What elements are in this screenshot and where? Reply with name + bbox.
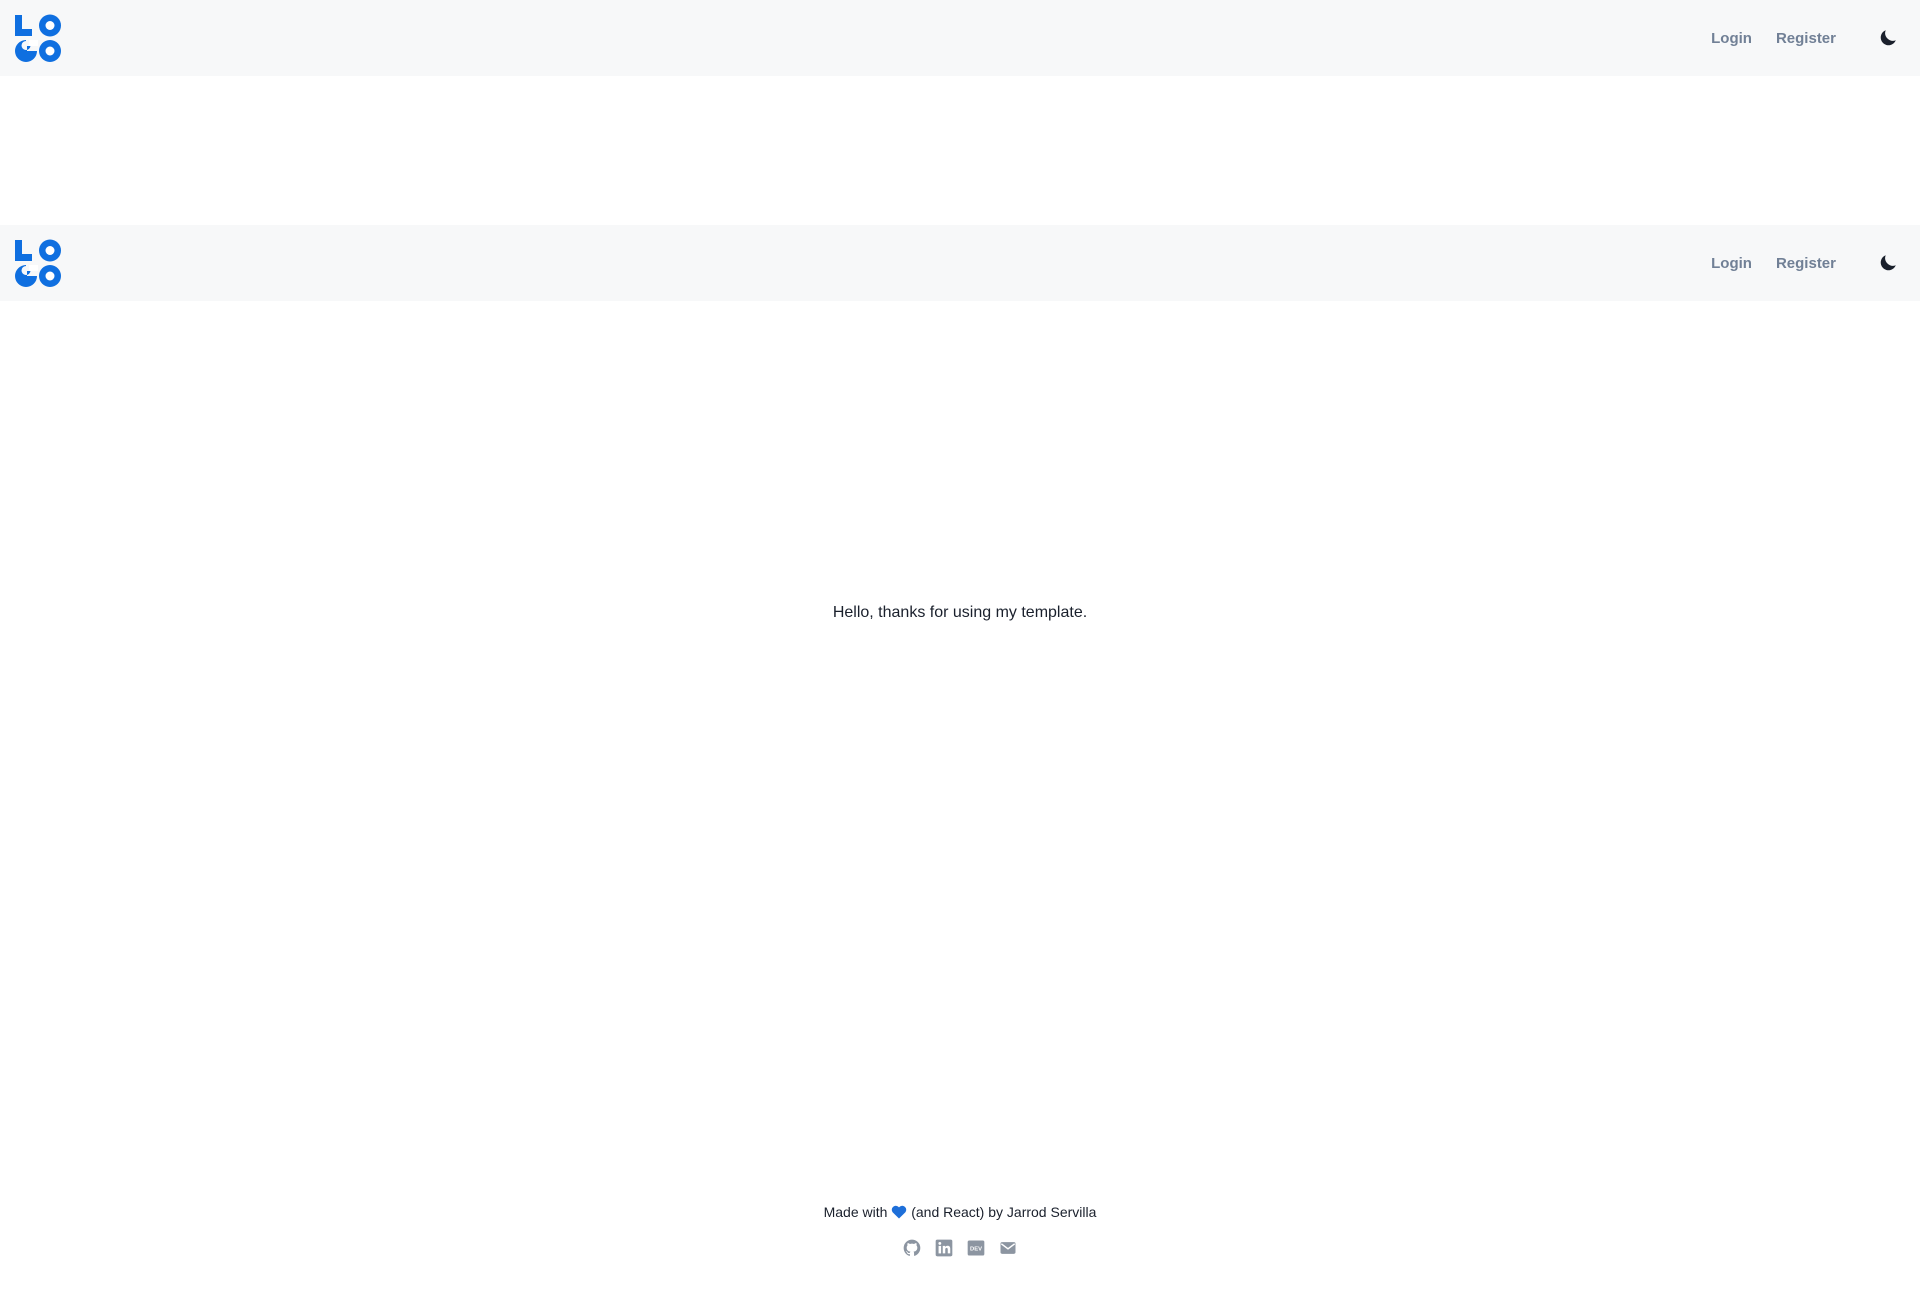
- navbar-main: Login Register: [0, 225, 1920, 301]
- navbar-top: Login Register: [0, 0, 1920, 76]
- theme-toggle-button[interactable]: [1868, 243, 1908, 283]
- svg-text:DEV: DEV: [970, 1247, 982, 1253]
- nav-menu: Login Register: [1711, 225, 1908, 301]
- mail-link[interactable]: [998, 1238, 1018, 1258]
- dev-icon: DEV: [967, 1240, 985, 1256]
- login-link[interactable]: Login: [1711, 255, 1752, 272]
- theme-toggle-button[interactable]: [1868, 18, 1908, 58]
- dev-link[interactable]: DEV: [966, 1238, 986, 1258]
- logo-link[interactable]: [12, 237, 64, 289]
- page: Login Register Login Register Hello, tha…: [0, 0, 1920, 1305]
- footer-text-before: Made with: [823, 1204, 888, 1220]
- moon-icon: [1880, 30, 1896, 46]
- welcome-message: Hello, thanks for using my template.: [832, 604, 1088, 621]
- linkedin-icon: [935, 1239, 953, 1257]
- nav-menu: Login Register: [1711, 0, 1908, 76]
- register-link[interactable]: Register: [1776, 255, 1836, 272]
- footer-text-after: (and React) by Jarrod Servilla: [911, 1204, 1097, 1220]
- logo-link[interactable]: [12, 12, 64, 64]
- linkedin-link[interactable]: [934, 1238, 954, 1258]
- footer-credit: Made with (and React) by Jarrod Servilla: [0, 1204, 1920, 1220]
- moon-icon: [1880, 255, 1896, 271]
- footer: Made with (and React) by Jarrod Servilla: [0, 1204, 1920, 1258]
- login-link[interactable]: Login: [1711, 30, 1752, 47]
- github-icon: [903, 1239, 921, 1256]
- heart-icon: [892, 1205, 907, 1219]
- github-link[interactable]: [902, 1238, 922, 1258]
- mail-icon: [1000, 1242, 1016, 1254]
- logo-icon: [15, 239, 61, 287]
- logo-icon: [15, 14, 61, 62]
- social-links: DEV: [0, 1238, 1920, 1258]
- register-link[interactable]: Register: [1776, 30, 1836, 47]
